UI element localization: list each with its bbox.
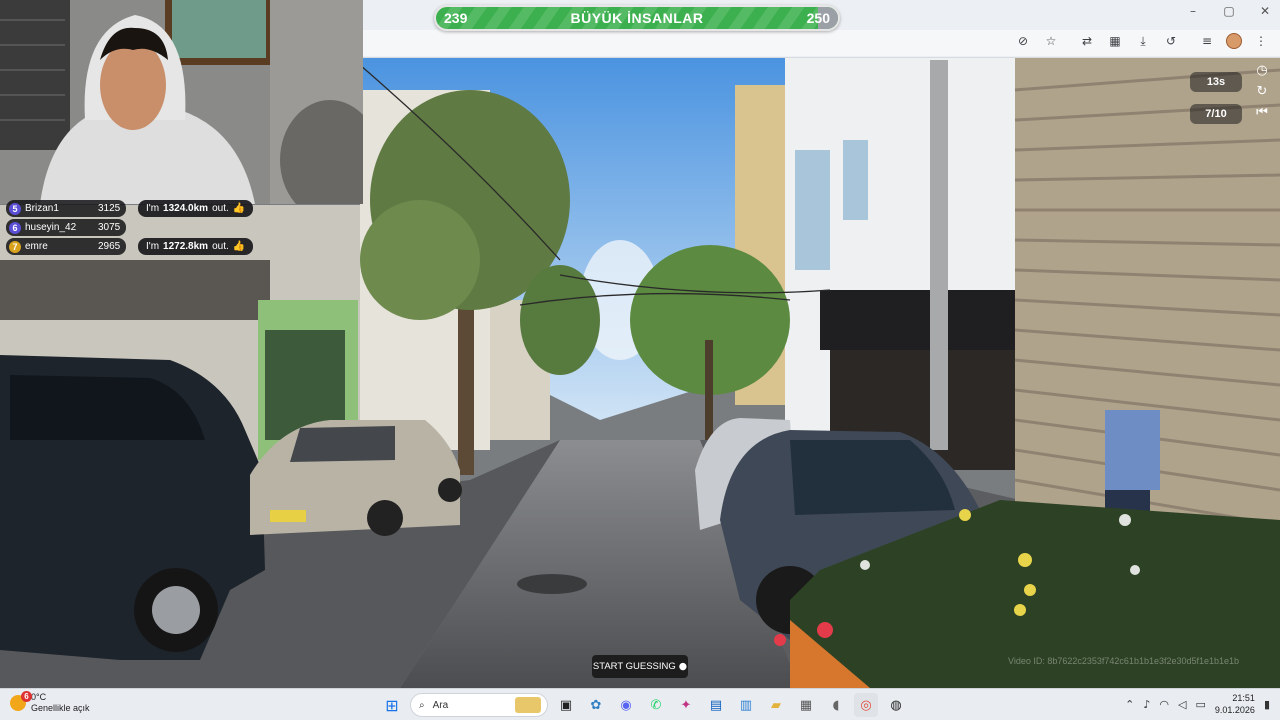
msg-prefix: I'm [146,241,160,252]
thumbs-up-icon: 👍 [232,203,246,214]
rank-badge: 5 [9,202,21,215]
taskbar-apps: ⊞ ⌕ Ara ▣ ✿ ◉ ✆ ✦ ▤ ▥ ▰ ▦ ◖ ◎ ◍ [380,693,908,717]
leaderboard-row: 7 emre 2965 I'm 1272.8km out. 👍 [6,238,254,256]
clock-date: 9.01.2026 [1214,705,1255,715]
store-icon[interactable]: ▤ [704,693,728,717]
score-right: 250 [806,10,830,26]
team-score-bar: 239 BÜYÜK İNSANLAR 250 [434,5,840,31]
menu-icon[interactable]: ⋮ [1252,32,1270,50]
chevron-up-icon[interactable]: ⌃ [1125,698,1134,711]
round-counter: 7/10 [1190,104,1242,124]
player-score: 3125 [98,203,121,214]
msg-prefix: I'm [146,203,160,214]
search-highlight-image [515,697,541,713]
team-title: BÜYÜK İNSANLAR [570,10,704,26]
leaderboard-row: 6 huseyin_42 3075 [6,219,246,237]
player-guess-message: I'm 1324.0km out. 👍 [138,200,254,217]
start-guessing-button[interactable]: START GUESSING ● [592,655,688,678]
map-pin-icon: ● [678,661,688,672]
webcam-graphic [0,0,363,204]
round-timer: 13s [1190,72,1242,92]
window-controls: – ▢ ✕ [1186,4,1272,18]
maximize-icon[interactable]: ▢ [1222,4,1236,18]
clock-icon[interactable]: ◷ [1253,63,1271,78]
notification-badge: 6 [21,691,32,702]
close-icon[interactable]: ✕ [1258,4,1272,18]
calculator-icon[interactable]: ▦ [794,693,818,717]
temperature: 0°C [31,692,47,702]
rank-badge: 7 [9,240,21,253]
player-name: Brizan1 [25,203,59,214]
minimize-icon[interactable]: – [1186,4,1200,18]
msg-suffix: out. [212,241,229,252]
chat-leaderboard: 5 Brizan1 3125 I'm 1324.0km out. 👍 6 hus… [6,200,254,257]
wifi-icon[interactable]: ◠ [1159,698,1169,711]
video-id-watermark: Video ID: 8b7622c2353f742c61b1b1e3f2e30d… [1008,656,1240,666]
apps-icon[interactable]: ▦ [1106,32,1124,50]
taskbar-search[interactable]: ⌕ Ara [410,693,548,717]
player-score: 2965 [98,241,121,252]
browser-toolbar: ⊘ ☆ ⇄ ▦ ⤓ ↺ ≡ ⋮ [363,30,1280,56]
whatsapp-icon[interactable]: ✆ [644,693,668,717]
skip-back-icon[interactable]: ⏮ [1253,105,1271,120]
refresh-icon[interactable]: ↻ [1253,84,1271,99]
mouse-icon[interactable]: ◖ [824,693,848,717]
player-score: 3075 [98,222,121,233]
weather-description: Genellikle açık [31,703,90,713]
guess-distance: 1324.0km [163,203,209,214]
clock-time: 21:51 [1232,693,1255,703]
rank-badge: 6 [9,221,21,234]
leaderboard-row: 5 Brizan1 3125 I'm 1324.0km out. 👍 [6,200,254,218]
photos-icon[interactable]: ✦ [674,693,698,717]
discord-icon[interactable]: ◉ [614,693,638,717]
player-name: emre [25,241,48,252]
widget-icon[interactable]: ✿ [584,693,608,717]
player-guess-message: I'm 1272.8km out. 👍 [138,238,254,255]
notification-icon[interactable]: ▮ [1264,698,1270,711]
star-icon[interactable]: ☆ [1042,32,1060,50]
app-icon[interactable]: ▥ [734,693,758,717]
translate-icon[interactable]: ⇄ [1078,32,1096,50]
download-icon[interactable]: ⤓ [1134,32,1152,50]
reading-list-icon[interactable]: ≡ [1198,32,1216,50]
toolbar-icons: ⊘ ☆ ⇄ ▦ ⤓ ↺ ≡ ⋮ [1014,32,1270,50]
speaker-icon[interactable]: ◁ [1178,698,1186,711]
windows-start-icon[interactable]: ⊞ [380,693,404,717]
sun-icon: 6 [10,691,32,711]
search-placeholder: Ara [432,699,449,711]
history-icon[interactable]: ↺ [1162,32,1180,50]
windows-taskbar: 6 0°C Genellikle açık ⊞ ⌕ Ara ▣ ✿ ◉ ✆ ✦ … [0,688,1280,720]
eye-off-icon[interactable]: ⊘ [1014,32,1032,50]
webcam-overlay [0,0,363,204]
obs-icon[interactable]: ◍ [884,693,908,717]
msg-suffix: out. [212,203,229,214]
battery-icon[interactable]: ▭ [1195,698,1205,711]
clock[interactable]: 21:51 9.01.2026 [1215,692,1255,716]
task-view-icon[interactable]: ▣ [554,693,578,717]
weather-widget[interactable]: 6 0°C Genellikle açık [10,691,90,714]
thumbs-up-icon: 👍 [232,241,246,252]
microphone-icon[interactable]: ♪ [1143,698,1150,711]
player-name: huseyin_42 [25,222,77,233]
weather-text: 0°C Genellikle açık [31,692,90,714]
profile-icon[interactable] [1226,33,1242,49]
search-icon: ⌕ [419,699,425,711]
guess-distance: 1272.8km [163,241,209,252]
file-explorer-icon[interactable]: ▰ [764,693,788,717]
chrome-icon[interactable]: ◎ [854,693,878,717]
system-tray: ⌃ ♪ ◠ ◁ ▭ 21:51 9.01.2026 ▮ [1125,692,1270,716]
start-guessing-label: START GUESSING [592,661,676,672]
